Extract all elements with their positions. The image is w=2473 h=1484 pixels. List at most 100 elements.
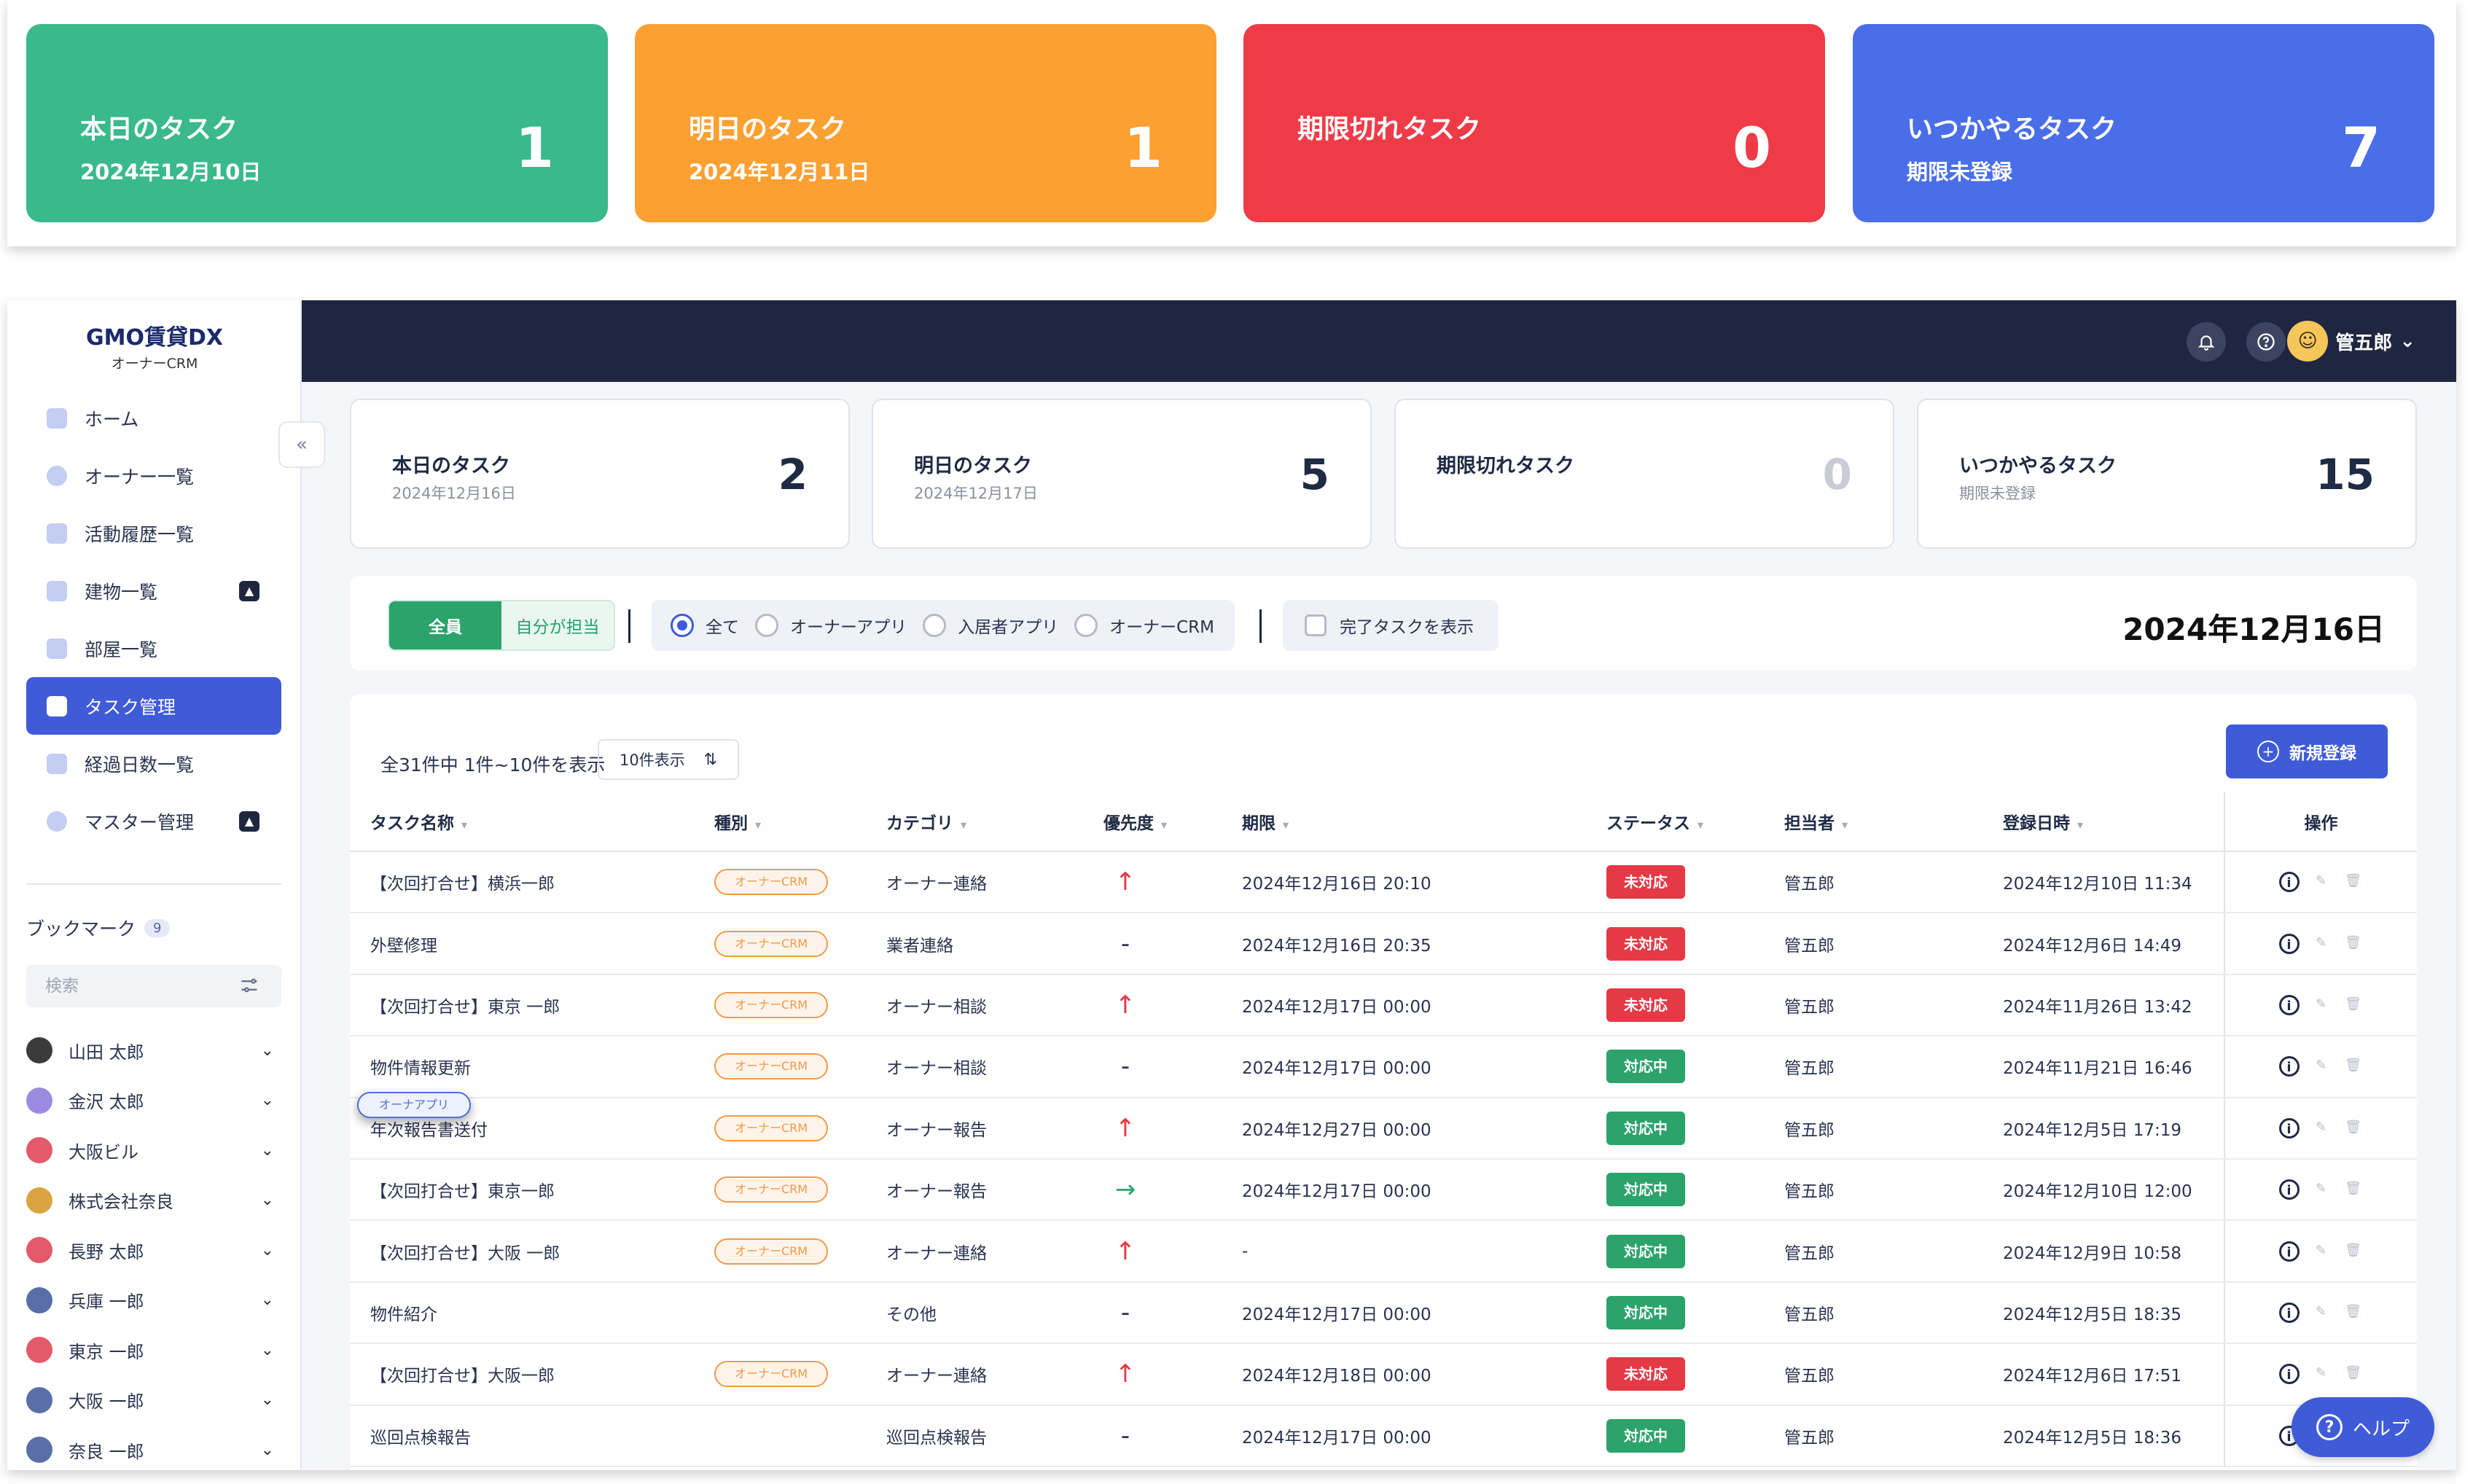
chevron-down-icon[interactable]: ⌄ xyxy=(261,1291,274,1309)
chevron-down-icon[interactable]: ⌄ xyxy=(261,1341,274,1359)
radio-owner-crm[interactable]: オーナーCRM xyxy=(1074,613,1214,638)
bookmark-item[interactable]: 金沢 太郎 ⌄ xyxy=(26,1076,281,1126)
help-button[interactable]: ? ヘルプ xyxy=(2292,1397,2434,1457)
task-name[interactable]: 物件情報更新 xyxy=(370,1059,471,1078)
column-header-category[interactable]: カテゴリ ▾ xyxy=(886,792,1103,852)
chevron-down-icon[interactable]: ⌄ xyxy=(261,1091,274,1109)
trash-icon[interactable]: 🗑 xyxy=(2343,995,2364,1015)
stat-card-overdue[interactable]: 期限切れタスク 0 xyxy=(1394,399,1894,549)
bookmark-item[interactable]: 山田 太郎 ⌄ xyxy=(26,1026,281,1076)
stat-card-tomorrow[interactable]: 明日のタスク 2024年12月17日 5 xyxy=(872,399,1372,549)
chevron-down-icon[interactable]: ⌄ xyxy=(261,1391,274,1409)
bookmark-item[interactable]: 東京 一郎 ⌄ xyxy=(26,1325,281,1375)
new-task-button[interactable]: + 新規登録 xyxy=(2226,725,2388,778)
info-icon[interactable]: i xyxy=(2278,1302,2300,1323)
bookmark-item[interactable]: 株式会社奈良 ⌄ xyxy=(26,1176,281,1226)
sidebar-item-activity[interactable]: 活動履歴一覧 xyxy=(26,504,281,562)
column-header-assignee[interactable]: 担当者 ▾ xyxy=(1784,792,2003,852)
stat-card-someday[interactable]: いつかやるタスク 期限未登録 15 xyxy=(1917,399,2417,549)
trash-icon[interactable]: 🗑 xyxy=(2343,1364,2364,1384)
edit-icon[interactable]: ✎ xyxy=(2311,1179,2332,1200)
edit-icon[interactable]: ✎ xyxy=(2311,1118,2332,1139)
trash-icon[interactable]: 🗑 xyxy=(2343,1303,2364,1323)
edit-icon[interactable]: ✎ xyxy=(2311,1364,2332,1384)
sidebar-item-home[interactable]: ホーム xyxy=(26,389,281,447)
radio-button[interactable] xyxy=(755,614,778,637)
table-row[interactable]: 物件紹介オーナアプリその他-2024年12月17日 00:00対応中管五郎202… xyxy=(350,1092,2417,1345)
bookmark-item[interactable]: 長野 太郎 ⌄ xyxy=(26,1225,281,1276)
task-name[interactable]: 年次報告書送付 xyxy=(370,1121,488,1140)
show-completed-toggle[interactable]: 完了タスクを表示 xyxy=(1283,600,1499,651)
task-name[interactable]: 【次回打合せ】大阪 一郎 xyxy=(370,1244,560,1263)
trash-icon[interactable]: 🗑 xyxy=(2343,1179,2364,1200)
page-size-select[interactable]: 10件表示 ⇅ xyxy=(598,739,739,780)
chevron-down-icon[interactable]: ⌄ xyxy=(261,1241,274,1260)
user-menu[interactable]: ☺ 管五郎 ⌄ xyxy=(2287,321,2415,362)
edit-icon[interactable]: ✎ xyxy=(2311,995,2332,1015)
info-icon[interactable]: i xyxy=(2278,933,2300,954)
info-icon[interactable]: i xyxy=(2278,1364,2300,1385)
edit-icon[interactable]: ✎ xyxy=(2311,1056,2332,1077)
column-header-type[interactable]: 種別 ▾ xyxy=(714,792,886,852)
today-summary-card[interactable]: 本日のタスク 2024年12月10日 1 xyxy=(26,24,608,222)
task-name[interactable]: 巡回点検報告 xyxy=(370,1429,471,1448)
radio-resident-app[interactable]: 入居者アプリ xyxy=(923,613,1058,638)
column-header-priority[interactable]: 優先度 ▾ xyxy=(1103,792,1242,852)
info-icon[interactable]: i xyxy=(2278,1117,2300,1139)
expand-icon[interactable]: ▲ xyxy=(239,580,259,601)
radio-all[interactable]: 全て xyxy=(671,613,739,638)
column-header-status[interactable]: ステータス ▾ xyxy=(1606,792,1784,852)
task-name[interactable]: 外壁修理 xyxy=(370,937,437,956)
stat-card-today[interactable]: 本日のタスク 2024年12月16日 2 xyxy=(350,399,850,549)
table-row[interactable]: 巡回点検報告 オーナアプリ 巡回点検報告 -2024年12月17日 00:00 対応中管… xyxy=(350,1092,2417,1467)
segment-all[interactable]: 全員 xyxy=(389,601,501,649)
segment-mine[interactable]: 自分が担当 xyxy=(501,601,614,649)
info-icon[interactable]: i xyxy=(2278,872,2300,893)
sort-icon[interactable]: ▾ xyxy=(461,818,467,832)
column-header-registered[interactable]: 登録日時 ▾ xyxy=(2003,792,2224,852)
column-header-name[interactable]: タスク名称 ▾ xyxy=(350,792,714,852)
someday-summary-card[interactable]: いつかやるタスク 期限未登録 7 xyxy=(1853,24,2434,222)
sidebar-item-buildings[interactable]: 建物一覧 ▲ xyxy=(26,562,281,620)
sort-icon[interactable]: ▾ xyxy=(1283,818,1289,832)
sort-icon[interactable]: ▾ xyxy=(2077,818,2083,832)
sidebar-item-master[interactable]: マスター管理 ▲ xyxy=(26,792,281,850)
edit-icon[interactable]: ✎ xyxy=(2311,934,2332,954)
sort-icon[interactable]: ▾ xyxy=(961,818,966,832)
expand-icon[interactable]: ▲ xyxy=(239,811,259,832)
info-icon[interactable]: i xyxy=(2278,994,2300,1015)
sort-icon[interactable]: ▾ xyxy=(1697,818,1703,832)
trash-icon[interactable]: 🗑 xyxy=(2343,934,2364,954)
task-name[interactable]: 物件紹介 xyxy=(370,1305,437,1324)
table-row[interactable]: 物件情報更新 オーナーCRM オーナー相談 - 2024年12月17日 00:00 対応中… xyxy=(350,1036,2417,1098)
question-icon[interactable] xyxy=(2246,322,2286,362)
chevron-down-icon[interactable]: ⌄ xyxy=(261,1141,274,1160)
tomorrow-summary-card[interactable]: 明日のタスク 2024年12月11日 1 xyxy=(635,24,1216,222)
sidebar-item-elapsed-days[interactable]: 経過日数一覧 xyxy=(26,735,281,792)
table-row[interactable]: 【次回打合せ】横浜一郎 オーナーCRM オーナー連絡 ↑ 2024年12月16日 20:… xyxy=(350,851,2417,914)
sidebar-item-tasks[interactable]: タスク管理 xyxy=(26,677,281,735)
radio-button[interactable] xyxy=(671,614,694,637)
column-header-deadline[interactable]: 期限 ▾ xyxy=(1242,792,1606,852)
bell-icon[interactable] xyxy=(2187,322,2226,362)
trash-icon[interactable]: 🗑 xyxy=(2343,872,2364,892)
chevron-down-icon[interactable]: ⌄ xyxy=(261,1042,274,1060)
sidebar-item-rooms[interactable]: 部屋一覧 xyxy=(26,620,281,677)
radio-button[interactable] xyxy=(1074,614,1098,637)
sort-icon[interactable]: ▾ xyxy=(1161,818,1167,832)
task-name[interactable]: 【次回打合せ】東京 一郎 xyxy=(370,998,560,1017)
chevron-down-icon[interactable]: ⌄ xyxy=(261,1441,274,1459)
trash-icon[interactable]: 🗑 xyxy=(2343,1241,2364,1262)
info-icon[interactable]: i xyxy=(2278,1179,2300,1200)
table-row[interactable]: 【次回打合せ】東京一郎 オーナーCRM オーナー報告 → 2024年12月17日 00:… xyxy=(350,1158,2417,1222)
trash-icon[interactable]: 🗑 xyxy=(2343,1056,2364,1077)
radio-button[interactable] xyxy=(923,614,947,637)
task-name[interactable]: 【次回打合せ】大阪一郎 xyxy=(370,1367,555,1386)
overdue-summary-card[interactable]: 期限切れタスク 0 xyxy=(1243,24,1825,222)
bookmark-item[interactable]: 大阪ビル ⌄ xyxy=(26,1125,281,1176)
task-name[interactable]: 【次回打合せ】横浜一郎 xyxy=(370,875,555,894)
sort-icon[interactable]: ▾ xyxy=(1842,818,1848,832)
sidebar-item-owners[interactable]: オーナー一覧 xyxy=(26,447,281,504)
chevron-down-icon[interactable]: ⌄ xyxy=(261,1191,274,1209)
bookmark-item[interactable]: 兵庫 一郎 ⌄ xyxy=(26,1276,281,1326)
